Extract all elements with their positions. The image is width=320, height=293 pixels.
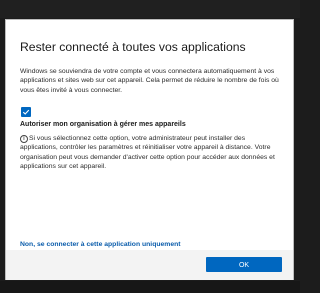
allow-org-manage-checkbox[interactable] <box>21 107 31 117</box>
dialog-title: Rester connecté à toutes vos application… <box>20 40 246 54</box>
stay-signed-in-dialog: Rester connecté à toutes vos application… <box>5 19 294 280</box>
info-note: i Si vous sélectionnez cette option, vot… <box>20 134 284 172</box>
ok-button[interactable]: OK <box>206 257 282 272</box>
dialog-footer: OK <box>6 250 293 280</box>
this-app-only-link[interactable]: Non, se connecter à cette application un… <box>20 240 181 249</box>
info-text: Si vous sélectionnez cette option, votre… <box>20 135 275 171</box>
window-backdrop-bottom <box>0 281 300 293</box>
info-icon: i <box>20 135 28 143</box>
window-backdrop <box>0 0 300 18</box>
dialog-description: Windows se souviendra de votre compte et… <box>20 68 279 94</box>
checkmark-icon <box>22 109 30 115</box>
allow-org-manage-label[interactable]: Autoriser mon organisation à gérer mes a… <box>20 120 282 129</box>
